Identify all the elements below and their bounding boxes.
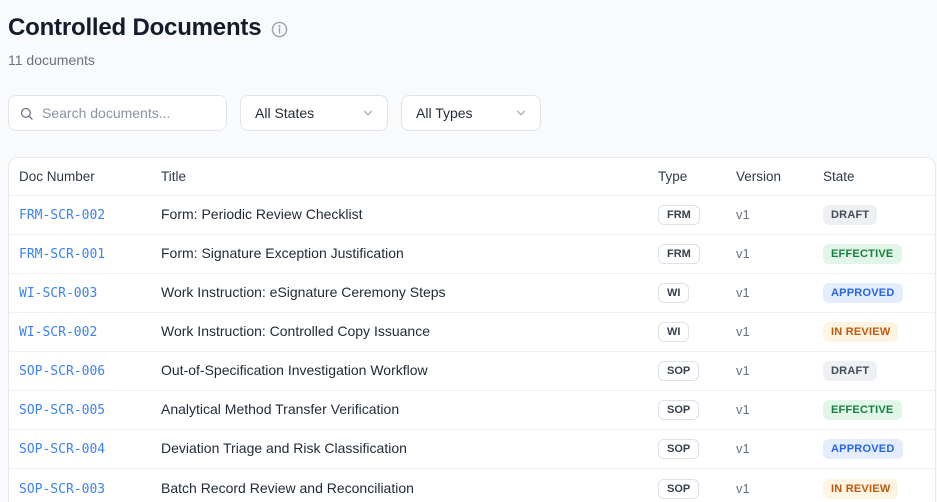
doc-number-link[interactable]: SOP-SCR-003: [19, 482, 105, 497]
type-badge: WI: [658, 322, 690, 342]
state-badge: IN REVIEW: [823, 322, 899, 342]
doc-number-link[interactable]: SOP-SCR-004: [19, 442, 105, 457]
doc-number-link[interactable]: FRM-SCR-002: [19, 208, 105, 223]
doc-number-link[interactable]: SOP-SCR-006: [19, 364, 105, 379]
doc-title: Out-of-Specification Investigation Workf…: [161, 362, 428, 378]
table-row: FRM-SCR-001 Form: Signature Exception Ju…: [9, 235, 935, 274]
version-label: v1: [736, 246, 750, 261]
table-row: WI-SCR-002 Work Instruction: Controlled …: [9, 313, 935, 352]
documents-table: Doc Number Title Type Version State FRM-…: [8, 157, 936, 502]
doc-title: Batch Record Review and Reconciliation: [161, 479, 414, 496]
table-row: WI-SCR-003 Work Instruction: eSignature …: [9, 274, 935, 313]
type-badge: FRM: [658, 244, 700, 264]
state-badge: APPROVED: [823, 439, 903, 459]
column-header-version: Version: [736, 169, 782, 184]
state-badge: EFFECTIVE: [823, 400, 902, 420]
table-row: FRM-SCR-002 Form: Periodic Review Checkl…: [9, 196, 935, 235]
state-badge: EFFECTIVE: [823, 244, 902, 264]
page-header: Controlled Documents 11 documents: [8, 13, 937, 69]
state-badge: IN REVIEW: [823, 478, 899, 499]
doc-title: Work Instruction: eSignature Ceremony St…: [161, 284, 446, 300]
state-badge: APPROVED: [823, 283, 903, 303]
column-header-type: Type: [658, 169, 688, 184]
controlled-documents-page: Controlled Documents 11 documents All St…: [0, 0, 937, 502]
doc-title: Form: Signature Exception Justification: [161, 245, 404, 261]
doc-number-link[interactable]: WI-SCR-002: [19, 325, 97, 340]
chevron-down-icon: [516, 110, 526, 116]
state-badge: DRAFT: [823, 205, 878, 225]
version-label: v1: [736, 285, 750, 300]
version-label: v1: [736, 207, 750, 222]
state-badge: DRAFT: [823, 361, 878, 381]
version-label: v1: [736, 324, 750, 339]
page-title: Controlled Documents: [8, 14, 262, 41]
chevron-down-icon: [363, 110, 373, 116]
document-count: 11 documents: [8, 52, 95, 68]
doc-title: Work Instruction: Controlled Copy Issuan…: [161, 323, 430, 339]
type-badge: SOP: [658, 478, 700, 499]
type-badge: SOP: [658, 400, 700, 420]
doc-number-link[interactable]: SOP-SCR-005: [19, 403, 105, 418]
version-label: v1: [736, 441, 750, 456]
table-row: SOP-SCR-003 Batch Record Review and Reco…: [9, 469, 935, 502]
type-badge: WI: [658, 283, 690, 303]
search-box[interactable]: [8, 95, 227, 131]
table-row: SOP-SCR-006 Out-of-Specification Investi…: [9, 352, 935, 391]
doc-title: Deviation Triage and Risk Classification: [161, 440, 407, 456]
version-label: v1: [736, 402, 750, 417]
type-filter-value: All Types: [416, 105, 473, 121]
doc-title: Form: Periodic Review Checklist: [161, 206, 363, 222]
column-header-state: State: [823, 169, 855, 184]
column-header-title: Title: [161, 169, 187, 184]
table-row: SOP-SCR-004 Deviation Triage and Risk Cl…: [9, 430, 935, 469]
version-label: v1: [736, 363, 750, 378]
type-badge: SOP: [658, 361, 700, 381]
state-filter-value: All States: [255, 105, 315, 121]
search-input[interactable]: [42, 105, 216, 121]
doc-number-link[interactable]: WI-SCR-003: [19, 286, 97, 301]
type-badge: FRM: [658, 205, 700, 225]
filter-toolbar: All States All Types: [8, 95, 937, 131]
column-header-doc-number: Doc Number: [19, 169, 95, 184]
doc-title: Analytical Method Transfer Verification: [161, 401, 400, 417]
table-row: SOP-SCR-005 Analytical Method Transfer V…: [9, 391, 935, 430]
state-filter-select[interactable]: All States: [240, 95, 388, 131]
info-icon[interactable]: [271, 21, 288, 38]
table-header-row: Doc Number Title Type Version State: [9, 158, 935, 196]
table-body: FRM-SCR-002 Form: Periodic Review Checkl…: [9, 196, 935, 502]
doc-number-link[interactable]: FRM-SCR-001: [19, 247, 105, 262]
type-badge: SOP: [658, 439, 700, 459]
type-filter-select[interactable]: All Types: [401, 95, 541, 131]
search-icon: [20, 107, 33, 120]
version-label: v1: [736, 480, 750, 496]
